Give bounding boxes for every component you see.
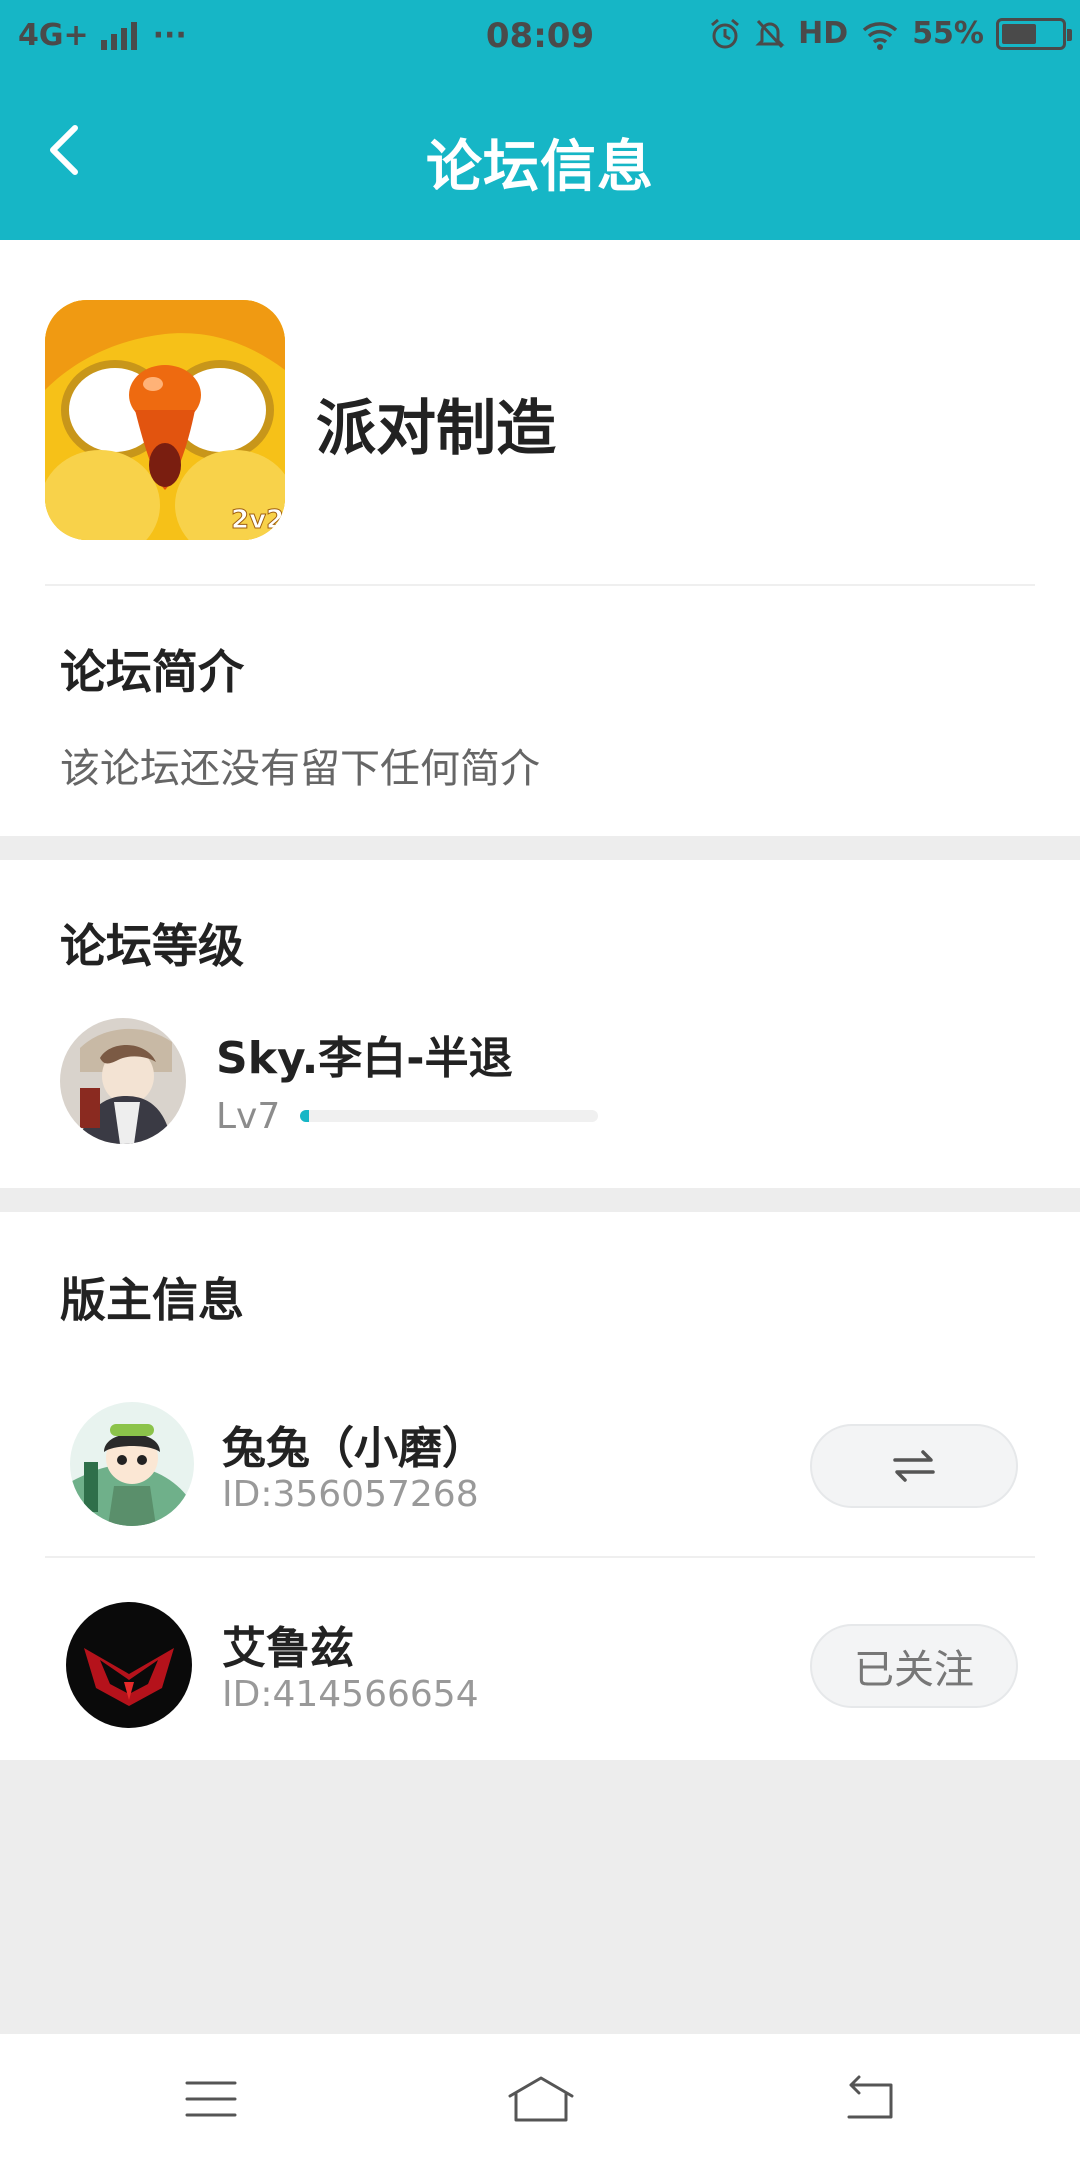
moderator-name[interactable]: 艾鲁兹 xyxy=(222,1612,354,1676)
forum-card: 2v2 派对制造 论坛简介 该论坛还没有留下任何简介 xyxy=(0,240,1080,836)
forum-name: 派对制造 xyxy=(316,394,556,464)
moderator-avatar[interactable] xyxy=(70,1402,194,1526)
home-icon xyxy=(508,2076,574,2122)
status-bar: 4G+ ··· 08:09 HD 55% xyxy=(0,0,1080,72)
intro-text: 该论坛还没有留下任何简介 xyxy=(60,746,540,792)
user-level: Lv7 xyxy=(216,1096,281,1137)
level-card: 论坛等级 Sky.李白-半退 Lv7 xyxy=(0,860,1080,1188)
forum-icon-badge: 2v2 xyxy=(231,505,284,535)
moderator-avatar[interactable] xyxy=(66,1602,192,1728)
moderator-name[interactable]: 兔兔（小磨） xyxy=(222,1412,486,1476)
swap-arrows-icon xyxy=(893,1450,935,1482)
system-nav-bar xyxy=(0,2034,1080,2160)
divider xyxy=(45,1556,1035,1558)
forum-info-screen: 4G+ ··· 08:09 HD 55% 论坛信息 2v2 派对制造 论坛简介 … xyxy=(0,0,1080,2160)
return-button[interactable] xyxy=(824,2064,914,2134)
moderators-title: 版主信息 xyxy=(60,1273,244,1327)
menu-button[interactable] xyxy=(166,2064,256,2134)
level-progress-fill xyxy=(300,1110,309,1122)
app-header: 论坛信息 xyxy=(0,72,1080,240)
user-name[interactable]: Sky.李白-半退 xyxy=(216,1022,513,1086)
level-progress-bar xyxy=(300,1110,598,1122)
alarm-icon xyxy=(711,18,740,48)
intro-title: 论坛简介 xyxy=(60,645,244,699)
followed-button[interactable]: 已关注 xyxy=(810,1624,1018,1708)
swap-button[interactable] xyxy=(810,1424,1018,1508)
battery-icon xyxy=(996,17,1072,50)
wifi-icon xyxy=(863,21,898,50)
moderator-id: ID:356057268 xyxy=(222,1474,479,1515)
moderators-card: 版主信息 兔兔（小磨） ID:356057268 艾鲁兹 ID:41456665… xyxy=(0,1212,1080,1760)
divider xyxy=(45,584,1035,586)
battery-percent: 55% xyxy=(912,16,984,51)
hd-indicator: HD xyxy=(798,16,849,51)
level-title: 论坛等级 xyxy=(60,919,244,973)
mute-bell-icon xyxy=(755,19,785,48)
return-icon xyxy=(847,2075,893,2119)
page-title: 论坛信息 xyxy=(426,135,654,200)
home-button[interactable] xyxy=(496,2064,586,2134)
status-right: HD 55% xyxy=(708,16,1072,51)
moderator-id: ID:414566654 xyxy=(222,1674,479,1715)
user-avatar[interactable] xyxy=(60,1018,186,1144)
menu-icon xyxy=(185,2081,237,2117)
forum-icon: 2v2 xyxy=(45,300,285,540)
